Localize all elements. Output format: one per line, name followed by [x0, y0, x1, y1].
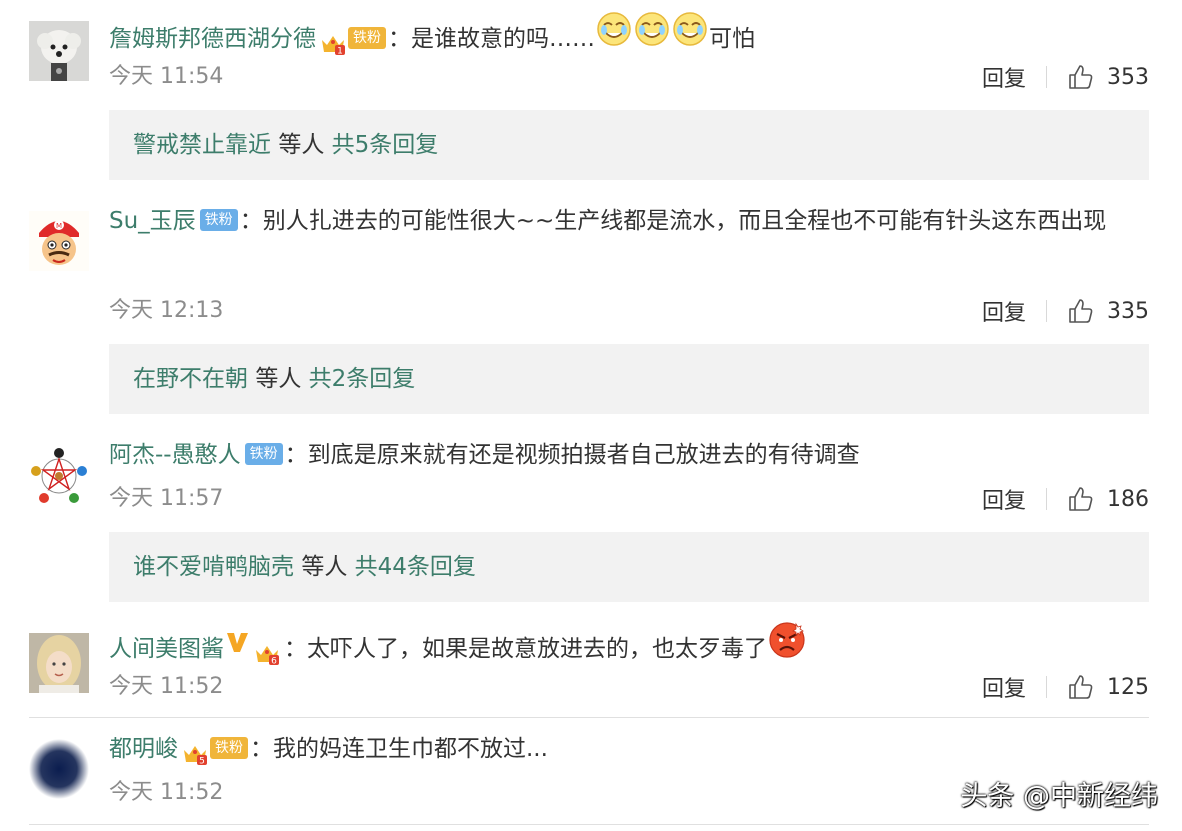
svg-text:M: M: [56, 222, 62, 230]
replies-box[interactable]: 谁不爱啃鸭脑壳 等人 共44条回复: [109, 532, 1149, 602]
comment-text: 太吓人了，如果是故意放进去的，也太歹毒了: [307, 636, 767, 662]
badge-level: 1: [337, 47, 343, 57]
colon: ：: [284, 442, 308, 468]
laugh-cry-emoji: [634, 11, 670, 63]
comment-text: 别人扎进去的可能性很大~~生产线都是流水，而且全程也不可能有针头这东西出现: [262, 208, 1107, 234]
like-icon[interactable]: [1067, 485, 1095, 513]
watermark: 头条 @中新经纬: [960, 781, 1158, 812]
reply-button[interactable]: 回复: [982, 483, 1026, 515]
like-count: 335: [1107, 298, 1149, 324]
comment-text: 我的妈连卫生巾都不放过...: [273, 736, 548, 762]
like-count: 125: [1107, 674, 1149, 700]
reply-count-link[interactable]: 共5条回复: [332, 132, 439, 158]
reply-count-link[interactable]: 共44条回复: [355, 554, 476, 580]
comment-actions: 回复 353: [982, 60, 1149, 94]
reply-etc: 等人: [255, 366, 302, 392]
like-icon[interactable]: [1067, 63, 1095, 91]
replies-box[interactable]: 警戒禁止靠近 等人 共5条回复: [109, 110, 1149, 180]
fan-badge: 铁粉: [244, 443, 283, 465]
comment-actions: 回复 125: [982, 670, 1149, 704]
verified-v-icon: [224, 625, 250, 671]
user-badge[interactable]: 1 铁粉: [320, 26, 386, 57]
reply-button[interactable]: 回复: [982, 295, 1026, 327]
comment-time: 今天 11:52: [109, 780, 224, 805]
avatar[interactable]: [29, 739, 89, 799]
username[interactable]: Su_玉辰: [109, 208, 196, 234]
user-badge[interactable]: 铁粉: [244, 442, 283, 466]
fan-badge: 铁粉: [210, 737, 248, 759]
username[interactable]: 阿杰--愚憨人: [109, 442, 241, 468]
avatar[interactable]: [29, 633, 89, 693]
crown-icon: 6: [254, 636, 280, 667]
badge-level: 5: [199, 757, 205, 767]
divider: [1046, 66, 1047, 88]
reply-user[interactable]: 谁不爱啃鸭脑壳: [133, 554, 294, 580]
divider: [1046, 676, 1047, 698]
divider: [1046, 488, 1047, 510]
colon: ：: [388, 26, 411, 52]
divider: [1046, 300, 1047, 322]
comment-time: 今天 11:52: [109, 674, 224, 699]
like-count: 353: [1107, 64, 1149, 90]
comment-actions: 回复 186: [982, 482, 1149, 516]
comment-divider: [29, 824, 1149, 825]
user-badge[interactable]: 5 铁粉: [182, 736, 248, 767]
comment-time: 今天 12:13: [109, 298, 224, 323]
badge-level: 6: [271, 657, 277, 667]
username[interactable]: 人间美图酱: [109, 636, 224, 662]
colon: ：: [239, 208, 263, 234]
comment-text: 是谁故意的吗……: [411, 26, 595, 52]
laugh-cry-emoji: [596, 11, 632, 63]
colon: ：: [250, 736, 273, 762]
like-icon[interactable]: [1067, 673, 1095, 701]
avatar[interactable]: [29, 21, 89, 81]
replies-box[interactable]: 在野不在朝 等人 共2条回复: [109, 344, 1149, 414]
avatar[interactable]: M: [29, 211, 89, 271]
crown-icon: 1: [320, 26, 346, 57]
reply-button[interactable]: 回复: [982, 61, 1026, 93]
comment-time: 今天 11:57: [109, 486, 224, 511]
reply-user[interactable]: 在野不在朝: [133, 366, 248, 392]
username[interactable]: 詹姆斯邦德西湖分德: [109, 26, 316, 52]
comment-divider: [29, 717, 1149, 718]
crown-icon: 5: [182, 736, 208, 767]
username[interactable]: 都明峻: [109, 736, 178, 762]
colon: ：: [284, 636, 307, 662]
reply-user[interactable]: 警戒禁止靠近: [133, 132, 271, 158]
reply-etc: 等人: [301, 554, 348, 580]
comment-text-end: 可怕: [709, 26, 755, 52]
reply-etc: 等人: [278, 132, 325, 158]
laugh-cry-emoji: [672, 11, 708, 63]
angry-emoji: [768, 620, 806, 674]
like-icon[interactable]: [1067, 297, 1095, 325]
comment-time: 今天 11:54: [109, 64, 224, 89]
reply-count-link[interactable]: 共2条回复: [309, 366, 416, 392]
user-badge[interactable]: 6: [254, 636, 282, 667]
user-badge[interactable]: 铁粉: [199, 208, 238, 232]
avatar[interactable]: [29, 445, 89, 505]
fan-badge: 铁粉: [199, 209, 238, 231]
comment-text: 到底是原来就有还是视频拍摄者自己放进去的有待调查: [307, 442, 860, 468]
like-count: 186: [1107, 486, 1149, 512]
comment-actions: 回复 335: [982, 294, 1149, 328]
reply-button[interactable]: 回复: [982, 671, 1026, 703]
fan-badge: 铁粉: [348, 27, 386, 49]
